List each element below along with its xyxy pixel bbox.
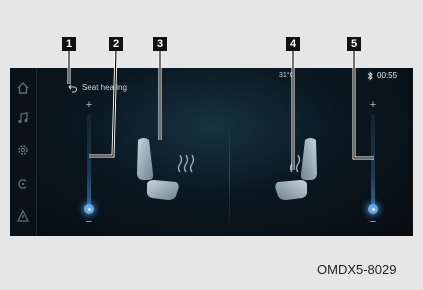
- passenger-seat-icon[interactable]: [272, 134, 322, 204]
- passenger-heat-increase-button[interactable]: +: [368, 99, 378, 111]
- callout-1: 1: [62, 37, 76, 51]
- passenger-heat-decrease-button[interactable]: −: [368, 216, 378, 228]
- driver-heat-slider-knob[interactable]: [84, 204, 94, 214]
- driver-seat-icon[interactable]: [132, 134, 182, 204]
- music-icon[interactable]: [15, 110, 31, 126]
- callout-2: 2: [109, 37, 123, 51]
- page-title: Seat heating: [82, 83, 127, 92]
- center-divider: [229, 120, 230, 230]
- callout-3: 3: [153, 37, 167, 51]
- figure-reference-code: OMDX5-8029: [317, 262, 397, 277]
- home-icon[interactable]: [15, 80, 31, 96]
- driver-heat-slider[interactable]: [87, 114, 91, 212]
- driver-seat-heat-icon: [177, 154, 195, 173]
- passenger-heat-slider-knob[interactable]: [368, 204, 378, 214]
- passenger-heat-slider[interactable]: [371, 114, 375, 212]
- app-icon[interactable]: [15, 176, 31, 192]
- temperature-readout: 31°C: [279, 72, 295, 79]
- clock: 00:55: [377, 71, 398, 80]
- infotainment-screen: Seat heating 31°C 00:55 + − + −: [10, 68, 413, 236]
- driver-heat-increase-button[interactable]: +: [84, 99, 94, 111]
- back-icon[interactable]: [68, 83, 78, 93]
- settings-icon[interactable]: [15, 142, 31, 158]
- sidebar: [10, 68, 37, 236]
- callout-4: 4: [286, 37, 300, 51]
- driver-heat-decrease-button[interactable]: −: [84, 216, 94, 228]
- callout-5: 5: [347, 37, 361, 51]
- figure: Seat heating 31°C 00:55 + − + − 1 2 3 4 …: [0, 0, 423, 290]
- navigation-icon[interactable]: [15, 208, 31, 224]
- bluetooth-icon: [367, 71, 373, 81]
